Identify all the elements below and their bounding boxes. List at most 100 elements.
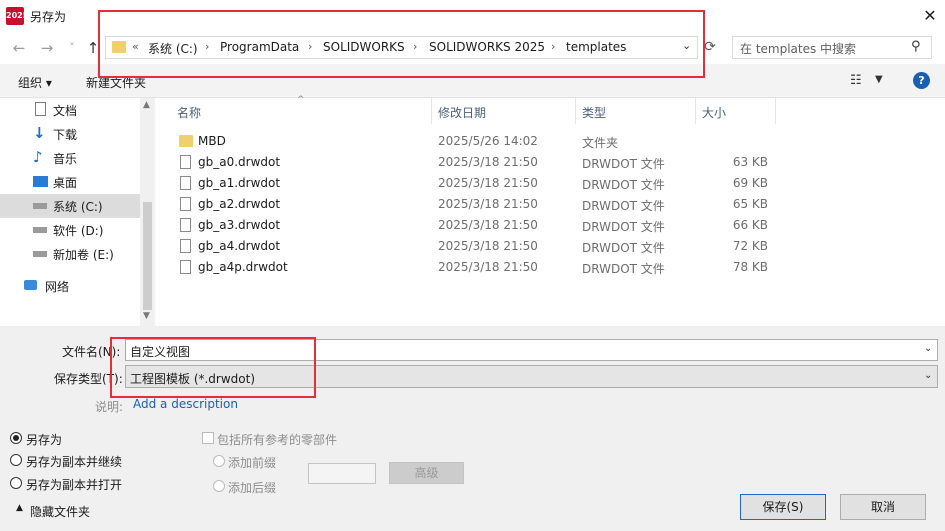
desktop-icon (33, 176, 48, 187)
add-suffix-label: 添加后缀 (228, 481, 277, 495)
view-options-icon[interactable]: ☷ (850, 73, 862, 88)
sidebar-item-label: 网络 (45, 280, 70, 294)
column-header-name[interactable]: 名称 (177, 104, 201, 121)
file-icon (180, 197, 191, 211)
scrollbar-thumb[interactable] (143, 202, 152, 310)
file-modified: 2025/3/18 21:50 (438, 197, 538, 211)
radio-add-prefix[interactable] (213, 455, 225, 467)
file-type: 文件夹 (582, 136, 619, 150)
drive-icon (33, 251, 47, 257)
add-description-link[interactable]: Add a description (133, 397, 238, 411)
file-size: 78 KB (732, 260, 768, 274)
column-header-modified[interactable]: 修改日期 (438, 104, 486, 121)
hide-folders-toggle[interactable]: 隐藏文件夹 (30, 503, 90, 520)
file-name: gb_a3.drwdot (198, 218, 281, 232)
music-icon: ♪ (33, 148, 43, 166)
navigation-pane: 文档 ↓ 下载 ♪ 音乐 桌面 系统 (C:) 软件 (D:) 新加卷 (E:)… (0, 98, 155, 326)
radio-save-as-label[interactable]: 另存为 (26, 431, 62, 448)
document-icon (35, 102, 46, 116)
file-modified: 2025/3/18 21:50 (438, 155, 538, 169)
radio-save-copy-continue[interactable] (10, 454, 22, 466)
file-icon (180, 176, 191, 190)
sidebar-item-label: 系统 (C:) (53, 200, 103, 214)
file-name: gb_a4p.drwdot (198, 260, 288, 274)
column-divider[interactable] (775, 98, 776, 124)
column-divider[interactable] (695, 98, 696, 124)
add-prefix-label: 添加前缀 (228, 456, 277, 470)
sidebar-item-desktop[interactable]: 桌面 (0, 170, 140, 194)
file-row[interactable]: gb_a4p.drwdot 2025/3/18 21:50 DRWDOT 文件 … (155, 257, 945, 278)
radio-add-suffix[interactable] (213, 480, 225, 492)
radio-save-copy-continue-label[interactable]: 另存为副本并继续 (26, 453, 122, 470)
sidebar-item-drive-d[interactable]: 软件 (D:) (0, 218, 140, 242)
column-header-size[interactable]: 大小 (702, 104, 726, 121)
close-icon[interactable]: ✕ (918, 4, 942, 28)
chevron-down-icon[interactable]: ⌄ (924, 343, 932, 354)
file-icon (180, 155, 191, 169)
scroll-up-icon[interactable]: ▲ (143, 100, 150, 110)
file-icon (180, 239, 191, 253)
file-row[interactable]: gb_a2.drwdot 2025/3/18 21:50 DRWDOT 文件 6… (155, 194, 945, 215)
file-modified: 2025/5/26 14:02 (438, 134, 538, 148)
file-row[interactable]: gb_a1.drwdot 2025/3/18 21:50 DRWDOT 文件 6… (155, 173, 945, 194)
file-type: DRWDOT 文件 (582, 220, 665, 234)
radio-save-copy-open-label[interactable]: 另存为副本并打开 (26, 476, 122, 493)
column-divider[interactable] (575, 98, 576, 124)
sidebar-item-label: 桌面 (53, 176, 78, 190)
cancel-button[interactable]: 取消 (840, 494, 926, 520)
forward-arrow-icon[interactable]: → (38, 38, 56, 58)
advanced-button[interactable]: 高级 (389, 462, 464, 484)
organize-menu-button[interactable]: 组织 ▾ (18, 74, 52, 91)
sidebar-item-label: 音乐 (53, 152, 78, 166)
save-button[interactable]: 保存(S) (740, 494, 826, 520)
drive-icon (33, 203, 47, 209)
search-icon[interactable]: ⚲ (911, 39, 921, 54)
column-divider[interactable] (431, 98, 432, 124)
file-size: 63 KB (732, 155, 768, 169)
file-name: MBD (198, 134, 226, 148)
file-type: DRWDOT 文件 (582, 262, 665, 276)
drive-icon (33, 227, 47, 233)
chevron-down-icon[interactable]: ▼ (875, 74, 883, 85)
file-modified: 2025/3/18 21:50 (438, 260, 538, 274)
radio-save-as[interactable] (10, 432, 22, 444)
help-icon[interactable]: ? (913, 72, 930, 89)
highlight-box-address (98, 10, 705, 78)
sidebar-item-label: 文档 (53, 104, 78, 118)
file-size: 69 KB (732, 176, 768, 190)
file-name: gb_a2.drwdot (198, 197, 281, 211)
file-type: DRWDOT 文件 (582, 199, 665, 213)
back-arrow-icon[interactable]: ← (10, 38, 28, 58)
file-modified: 2025/3/18 21:50 (438, 239, 538, 253)
file-row[interactable]: gb_a0.drwdot 2025/3/18 21:50 DRWDOT 文件 6… (155, 152, 945, 173)
chevron-down-icon[interactable]: ⌄ (924, 370, 932, 381)
sidebar-item-drive-c[interactable]: 系统 (C:) (0, 194, 140, 218)
file-modified: 2025/3/18 21:50 (438, 176, 538, 190)
search-input[interactable]: 在 templates 中搜索 ⚲ (732, 36, 932, 59)
prefix-suffix-input[interactable] (308, 463, 376, 484)
navigation-pane-scrollbar[interactable]: ▲ ▼ (140, 98, 155, 326)
solidworks-app-icon: 2025 (6, 7, 28, 25)
sidebar-item-label: 下载 (53, 128, 78, 142)
sort-ascending-icon: ^ (297, 95, 305, 105)
scroll-down-icon[interactable]: ▼ (143, 311, 150, 321)
file-row[interactable]: gb_a4.drwdot 2025/3/18 21:50 DRWDOT 文件 7… (155, 236, 945, 257)
search-placeholder: 在 templates 中搜索 (740, 42, 857, 56)
radio-save-copy-open[interactable] (10, 477, 22, 489)
sidebar-item-label: 软件 (D:) (53, 224, 104, 238)
collapse-up-icon[interactable]: ▲ (16, 503, 23, 513)
file-row[interactable]: gb_a3.drwdot 2025/3/18 21:50 DRWDOT 文件 6… (155, 215, 945, 236)
sidebar-item-downloads[interactable]: ↓ 下载 (0, 122, 140, 146)
include-references-checkbox[interactable] (202, 432, 214, 444)
sidebar-item-network[interactable]: 网络 (0, 274, 140, 298)
sidebar-item-music[interactable]: ♪ 音乐 (0, 146, 140, 170)
sidebar-item-drive-e[interactable]: 新加卷 (E:) (0, 242, 140, 266)
column-header-type[interactable]: 类型 (582, 104, 606, 121)
file-name: gb_a0.drwdot (198, 155, 281, 169)
recent-locations-icon[interactable]: ˅ (63, 38, 81, 58)
sidebar-item-documents[interactable]: 文档 (0, 98, 140, 122)
highlight-box-filename (110, 337, 316, 398)
file-row-mbd[interactable]: MBD 2025/5/26 14:02 文件夹 (155, 131, 945, 152)
download-icon: ↓ (33, 124, 46, 142)
file-name: gb_a4.drwdot (198, 239, 281, 253)
